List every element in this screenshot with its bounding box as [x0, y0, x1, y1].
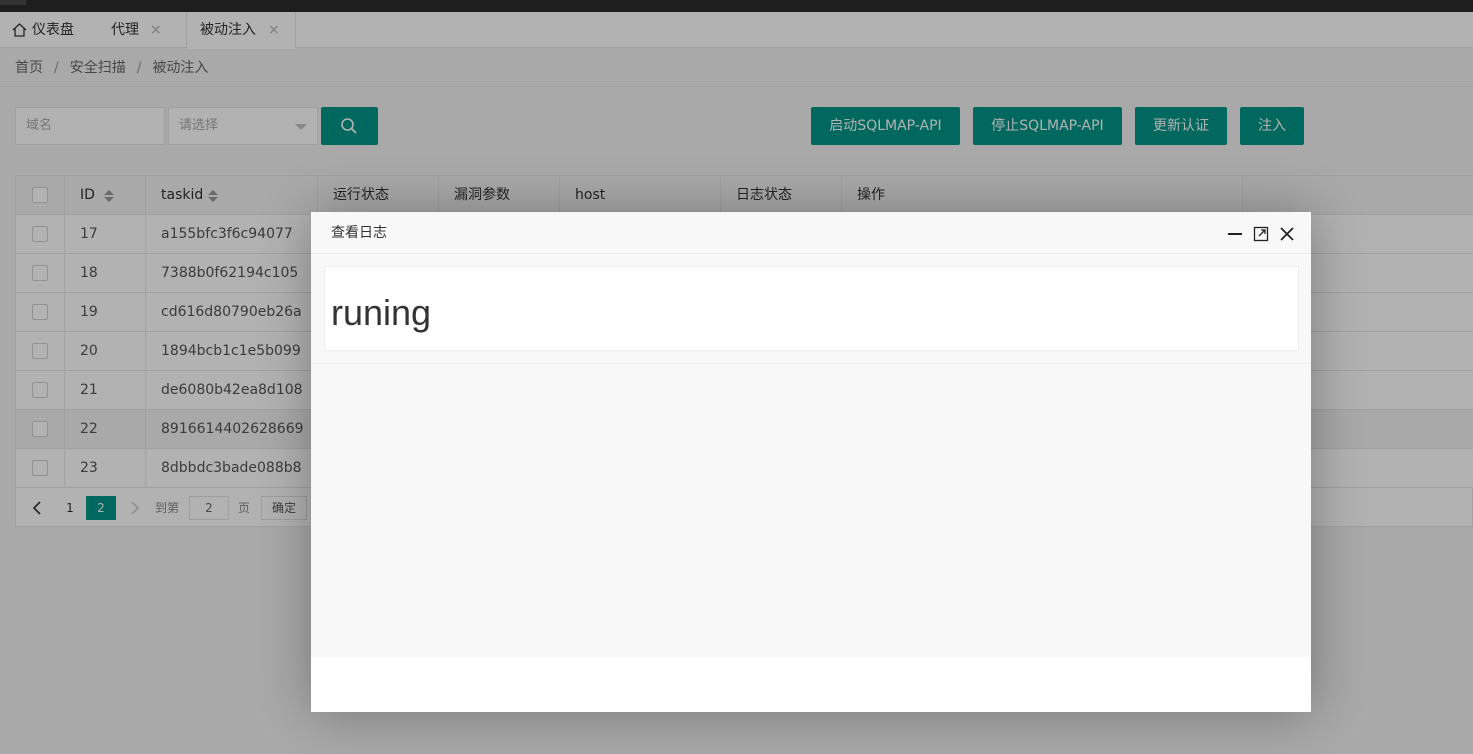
maximize-icon[interactable] — [1253, 226, 1269, 242]
log-status-text: runing — [331, 292, 432, 333]
close-icon[interactable] — [1279, 226, 1295, 242]
dialog-body: runing — [311, 254, 1311, 657]
view-log-dialog: 查看日志 runing — [311, 212, 1311, 712]
dialog-header[interactable]: 查看日志 — [311, 212, 1311, 254]
dialog-title: 查看日志 — [331, 225, 387, 241]
log-output: runing — [324, 266, 1299, 351]
minimize-icon[interactable] — [1227, 226, 1243, 242]
log-empty-area — [311, 363, 1311, 657]
